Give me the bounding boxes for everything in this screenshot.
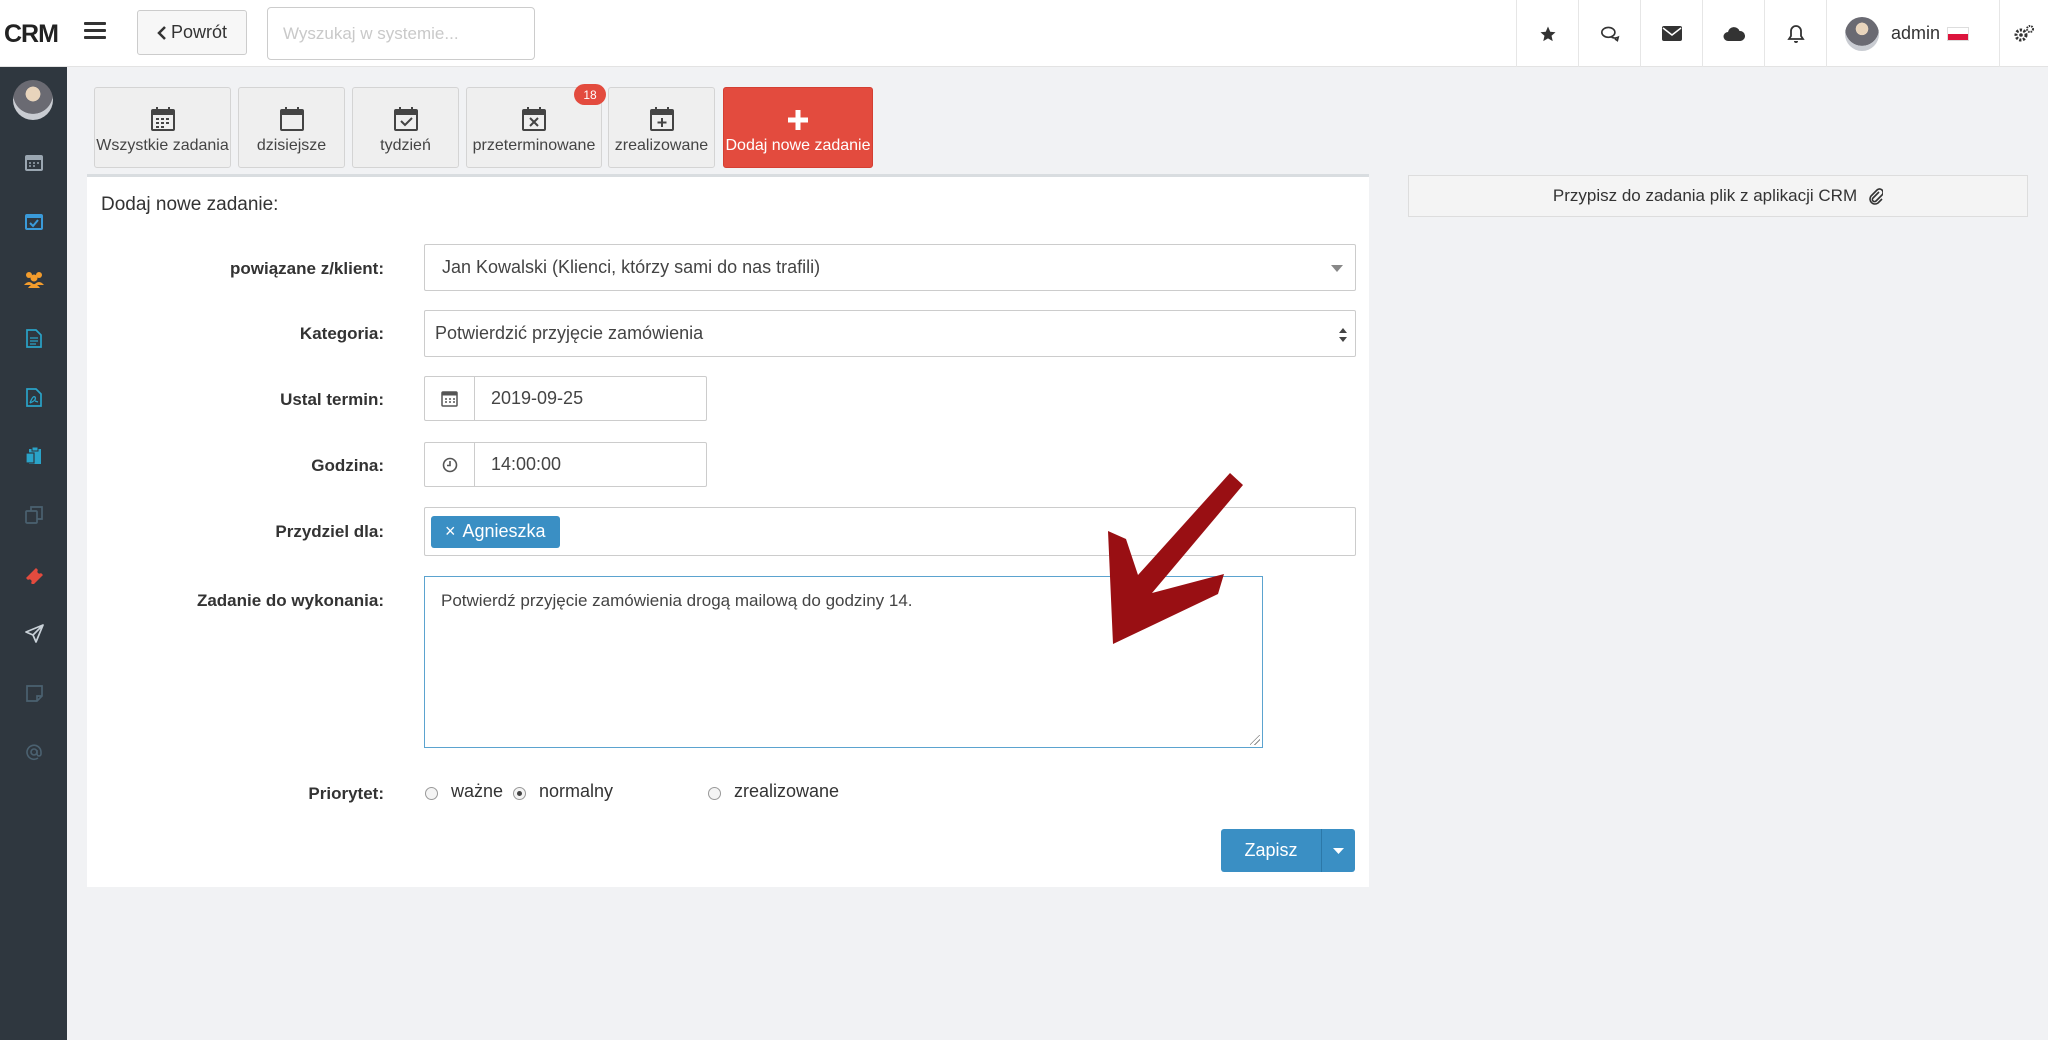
back-button-label: Powrót (170, 22, 228, 42)
ticket-icon (26, 568, 43, 584)
annotation-arrow-icon (1108, 473, 1243, 644)
calendar-icon (441, 391, 458, 407)
attach-file-label: Przypisz do zadania plik z aplikacji CRM (1552, 186, 1858, 205)
clock-icon (442, 457, 457, 472)
menu-toggle-icon[interactable] (84, 22, 106, 44)
calendar-addon[interactable] (425, 377, 475, 420)
time-label: Godzina: (311, 456, 384, 475)
cloud-icon (1723, 26, 1745, 41)
all-tasks-button[interactable]: Wszystkie zadania (94, 87, 231, 168)
top-bar: CRM Powrót admin (0, 0, 2048, 67)
calendar-icon (25, 155, 43, 171)
favorites-button[interactable] (1516, 0, 1578, 67)
bell-icon (1786, 24, 1805, 43)
week-tasks-button[interactable]: tydzień (352, 87, 459, 168)
sidebar-item-email[interactable] (22, 740, 46, 764)
date-value: 2019-09-25 (491, 388, 584, 408)
sidebar-avatar[interactable] (13, 80, 53, 120)
calendar-times-icon (522, 107, 546, 131)
priority-important-label[interactable]: ważne (451, 781, 503, 802)
chevron-left-icon (157, 25, 166, 40)
week-tasks-label: tydzień (380, 137, 431, 154)
category-label: Kategoria: (299, 324, 384, 343)
client-label: powiązane z/klient: (230, 259, 384, 278)
chat-button[interactable] (1578, 0, 1640, 67)
cloud-button[interactable] (1702, 0, 1764, 67)
save-options-button[interactable] (1321, 829, 1355, 872)
sidebar (0, 67, 67, 1040)
today-tasks-label: dzisiejsze (256, 137, 327, 154)
flag-pl-icon (1947, 27, 1970, 42)
caret-down-icon (1331, 265, 1343, 272)
priority-normal-radio[interactable] (513, 787, 526, 800)
client-select[interactable]: Jan Kowalski (Klienci, którzy sami do na… (424, 244, 1356, 291)
chat-icon (1600, 26, 1619, 42)
calendar-grid-icon (150, 107, 175, 131)
sidebar-item-tickets[interactable] (22, 563, 46, 587)
send-icon (24, 623, 44, 643)
today-tasks-button[interactable]: dzisiejsze (238, 87, 345, 168)
assignee-name: Agnieszka (462, 521, 546, 541)
envelope-icon (1661, 26, 1682, 41)
calendar-plus-icon (649, 107, 674, 131)
calendar-check-icon (25, 214, 43, 230)
mail-button[interactable] (1640, 0, 1702, 67)
assignee-tag: × Agnieszka (431, 515, 560, 548)
settings-button[interactable] (1999, 0, 2048, 67)
user-name: admin (1891, 23, 1941, 43)
attach-file-button[interactable]: Przypisz do zadania plik z aplikacji CRM (1408, 175, 2028, 217)
client-value: Jan Kowalski (Klienci, którzy sami do na… (442, 257, 821, 277)
priority-important-radio[interactable] (425, 787, 438, 800)
panel-title: Dodaj nowe zadanie: (101, 194, 279, 215)
clock-addon[interactable] (425, 443, 475, 486)
overdue-count-badge: 18 (574, 84, 606, 105)
priority-done-radio[interactable] (708, 787, 721, 800)
avatar (1845, 16, 1879, 51)
sidebar-item-calendar[interactable] (22, 150, 46, 174)
caret-down-icon (1333, 847, 1344, 854)
at-icon (26, 744, 42, 761)
save-button[interactable]: Zapisz (1221, 829, 1321, 872)
gears-icon (2014, 24, 2034, 41)
add-task-label: Dodaj nowe zadanie (725, 137, 871, 154)
add-task-button[interactable]: Dodaj nowe zadanie (723, 87, 873, 168)
priority-label: Priorytet: (308, 784, 384, 803)
priority-done-label[interactable]: zrealizowane (734, 781, 839, 802)
remove-tag-icon[interactable]: × (445, 521, 456, 542)
done-tasks-label: zrealizowane (614, 137, 709, 154)
user-menu[interactable]: admin (1826, 0, 1999, 67)
date-field[interactable]: 2019-09-25 (424, 376, 707, 421)
search-input[interactable] (267, 7, 535, 60)
star-icon (1540, 26, 1555, 41)
sidebar-item-send[interactable] (22, 621, 46, 645)
app-logo[interactable]: CRM (4, 20, 59, 49)
date-label: Ustal termin: (280, 390, 384, 409)
time-value: 14:00:00 (491, 454, 562, 474)
calendar-icon (279, 107, 304, 131)
priority-normal-label[interactable]: normalny (539, 781, 613, 802)
notifications-button[interactable] (1764, 0, 1826, 67)
category-value: Potwierdzić przyjęcie zamówienia (435, 323, 704, 343)
sidebar-item-tasks[interactable] (22, 209, 46, 233)
sidebar-item-notes[interactable] (22, 681, 46, 705)
sort-icon (1339, 328, 1347, 342)
note-icon (25, 684, 43, 702)
resize-handle-icon[interactable] (1250, 735, 1260, 745)
assign-label: Przydziel dla: (275, 522, 384, 541)
paperclip-icon (1869, 188, 1884, 205)
time-field[interactable]: 14:00:00 (424, 442, 707, 487)
all-tasks-label: Wszystkie zadania (96, 137, 229, 154)
done-tasks-button[interactable]: zrealizowane (608, 87, 715, 168)
category-select[interactable]: Potwierdzić przyjęcie zamówienia (424, 310, 1356, 357)
overdue-tasks-label: przeterminowane (472, 137, 596, 154)
calendar-check-icon (393, 107, 418, 131)
plus-icon (788, 110, 808, 130)
back-button[interactable]: Powrót (137, 10, 247, 55)
task-description-value: Potwierdź przyjęcie zamówienia drogą mai… (441, 591, 913, 610)
task-label: Zadanie do wykonania: (196, 591, 384, 610)
